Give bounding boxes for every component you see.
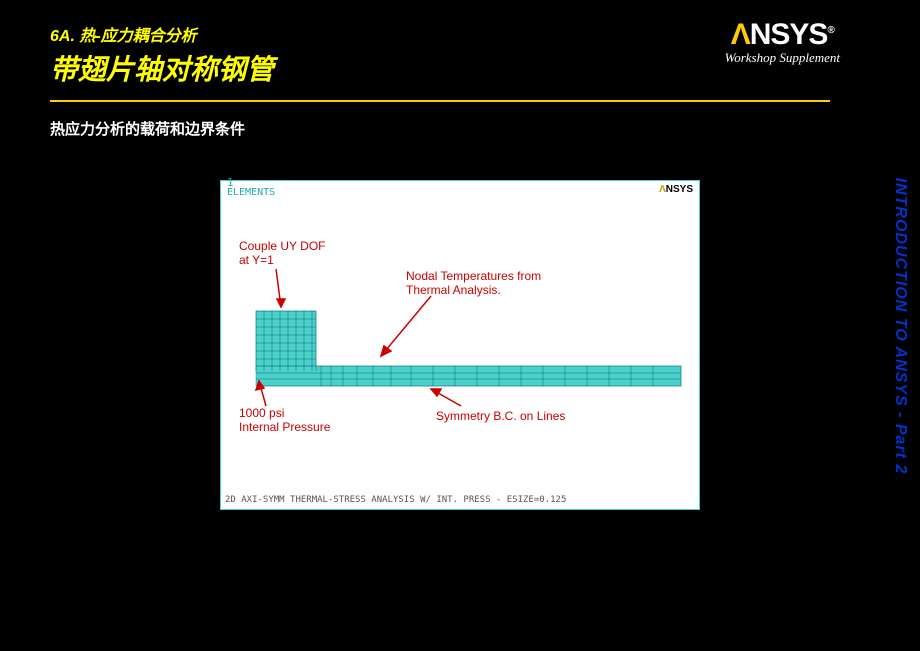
annotation-pressure: 1000 psi Internal Pressure [239, 406, 330, 435]
annotation-nodal: Nodal Temperatures from Thermal Analysis… [406, 269, 541, 298]
sidebar-title: INTRODUCTION TO ANSYS - Part 2 [891, 177, 909, 474]
brand-logo: ΛNSYS® Workshop Supplement [725, 18, 840, 66]
annotation-couple: Couple UY DOF at Y=1 [239, 239, 325, 268]
sidebar: INTRODUCTION TO ANSYS - Part 2 [880, 0, 920, 651]
figure: 1 ELEMENTS ΛNSYS [220, 180, 700, 510]
annotation-symmetry: Symmetry B.C. on Lines [436, 409, 565, 423]
slide-title: 带翅片轴对称钢管 [50, 48, 830, 88]
mesh-diagram [221, 181, 701, 511]
section-label: 6A. 热-应力耦合分析 [50, 22, 830, 46]
figure-caption: 2D AXI-SYMM THERMAL-STRESS ANALYSIS W/ I… [225, 495, 566, 505]
slide-subtitle: 热应力分析的载荷和边界条件 [50, 118, 880, 139]
divider [50, 100, 830, 102]
ansys-logo: ΛNSYS® [725, 18, 840, 52]
slide: 6A. 热-应力耦合分析 带翅片轴对称钢管 ΛNSYS® Workshop Su… [0, 0, 880, 651]
logo-subtitle: Workshop Supplement [725, 50, 840, 66]
slide-header: 6A. 热-应力耦合分析 带翅片轴对称钢管 ΛNSYS® Workshop Su… [0, 0, 880, 88]
